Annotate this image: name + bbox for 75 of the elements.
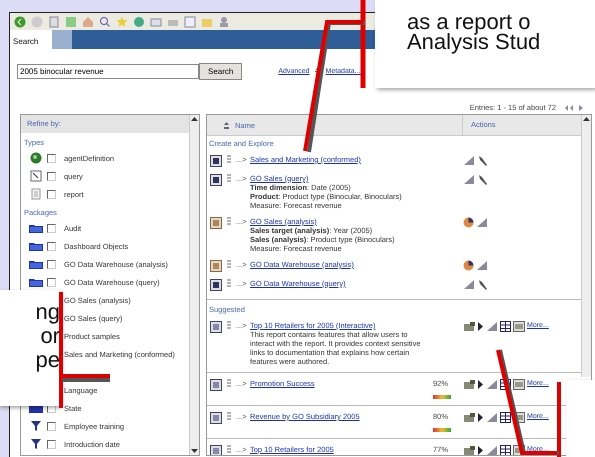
- grip-icon: [226, 174, 232, 183]
- relevance-bar-icon: [433, 428, 451, 432]
- play-icon[interactable]: [477, 445, 484, 455]
- play-icon[interactable]: [477, 321, 484, 332]
- folder-properties-icon[interactable]: [463, 445, 475, 455]
- grip-icon: [226, 279, 232, 288]
- checkbox[interactable]: [47, 242, 56, 250]
- folder-properties-icon[interactable]: [463, 379, 475, 390]
- sphere-icon: [30, 152, 42, 164]
- chart-icon[interactable]: [463, 174, 475, 185]
- play-icon[interactable]: [477, 412, 484, 423]
- pie-chart-icon[interactable]: [463, 260, 474, 271]
- funnel-icon: [30, 438, 42, 450]
- page-icon[interactable]: [48, 16, 60, 28]
- query-icon: [30, 170, 42, 182]
- report-icon: [210, 379, 222, 391]
- report-icon: [210, 321, 222, 333]
- wrench-icon[interactable]: [477, 155, 488, 166]
- package-icon: [210, 260, 222, 272]
- checkbox[interactable]: [47, 440, 56, 448]
- grip-icon: [226, 155, 232, 164]
- grid-icon[interactable]: [500, 321, 511, 332]
- grip-icon: [226, 260, 232, 269]
- scrollbar[interactable]: [581, 115, 591, 377]
- folder-icon: [28, 277, 42, 287]
- checkbox[interactable]: [47, 278, 56, 286]
- checkbox[interactable]: [47, 422, 56, 430]
- window-icon[interactable]: [513, 321, 525, 332]
- grid-icon[interactable]: [500, 412, 511, 423]
- relevance-bar-icon: [433, 395, 451, 399]
- scrollbar[interactable]: [189, 115, 199, 455]
- window-icon[interactable]: [513, 379, 525, 390]
- checkbox[interactable]: [47, 224, 56, 232]
- folder-icon: [28, 259, 42, 269]
- folder-properties-icon[interactable]: [463, 321, 475, 332]
- funnel-icon: [30, 420, 42, 432]
- search-field[interactable]: 2005 binocular revenue: [17, 64, 199, 79]
- tab-strip: [52, 30, 72, 49]
- document-icon: [30, 188, 42, 200]
- scroll-up-icon[interactable]: [582, 115, 591, 123]
- report-icon: [210, 445, 222, 455]
- chart-icon[interactable]: [463, 279, 475, 290]
- play-icon[interactable]: [477, 379, 484, 390]
- callout-text: ng or pe: [34, 300, 60, 372]
- grip-icon: [226, 412, 232, 421]
- folder-icon: [28, 241, 42, 251]
- pie-chart-icon[interactable]: [463, 217, 474, 228]
- wrench-icon[interactable]: [477, 279, 488, 290]
- chart-icon[interactable]: [463, 155, 475, 166]
- checkbox[interactable]: [47, 154, 56, 162]
- search-button[interactable]: Search: [199, 63, 242, 80]
- grip-icon: [226, 379, 232, 388]
- package-icon: [210, 217, 222, 229]
- star-icon[interactable]: [116, 16, 128, 28]
- package-icon: [210, 155, 222, 167]
- grip-icon: [226, 217, 232, 226]
- grip-icon: [226, 321, 232, 330]
- scroll-down-icon[interactable]: [190, 447, 199, 455]
- back-icon[interactable]: [14, 16, 26, 28]
- search-icon[interactable]: [99, 16, 111, 28]
- checkbox[interactable]: [47, 260, 56, 268]
- folder-properties-icon[interactable]: [463, 412, 475, 423]
- sort-icon[interactable]: [223, 120, 230, 130]
- wrench-icon[interactable]: [477, 174, 488, 185]
- package-icon: [210, 174, 222, 186]
- folder-icon: [28, 223, 42, 233]
- scroll-up-icon[interactable]: [190, 115, 199, 123]
- checkbox[interactable]: [47, 190, 56, 198]
- callout-text: as a report o Analysis Stud: [407, 12, 542, 52]
- grid-icon[interactable]: [500, 445, 511, 455]
- report-icon: [210, 412, 222, 424]
- grip-icon: [226, 445, 232, 454]
- package-icon: [210, 279, 222, 291]
- checkbox[interactable]: [47, 172, 56, 180]
- search-tab[interactable]: Search: [10, 30, 52, 49]
